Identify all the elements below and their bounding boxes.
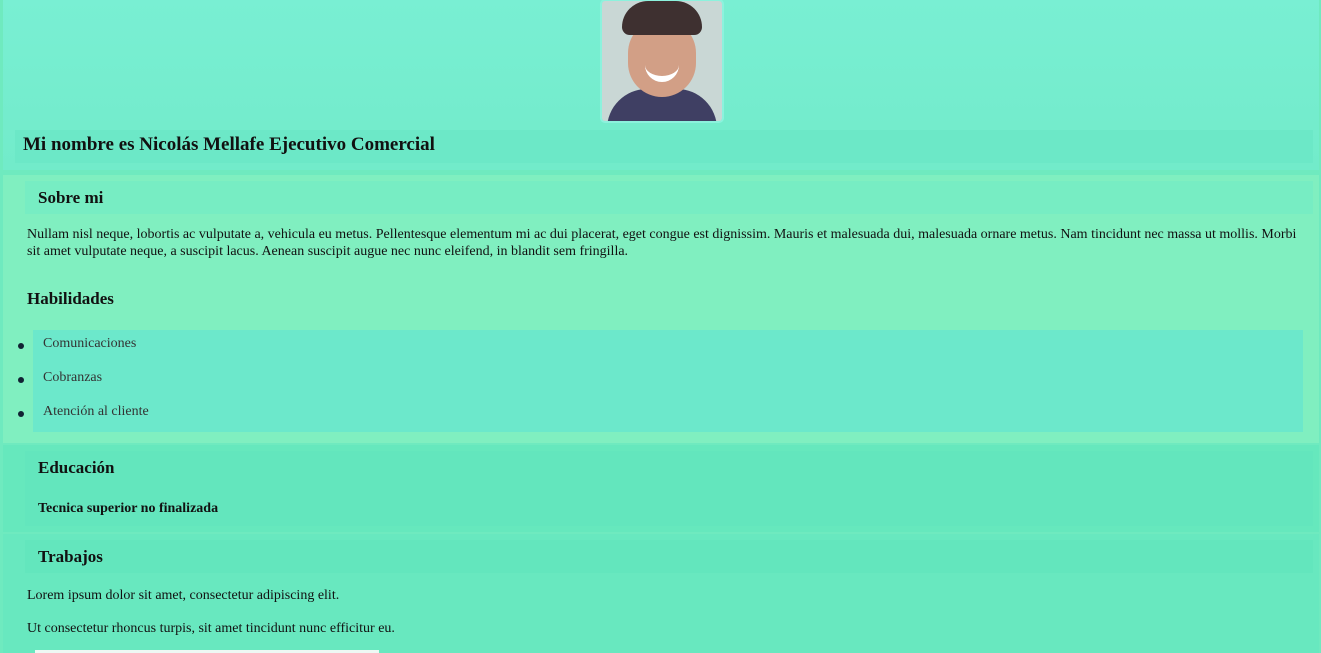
about-heading-panel: Sobre mi [25, 181, 1313, 214]
skills-list: Comunicaciones Cobranzas Atención al cli… [18, 330, 1303, 432]
profile-avatar [602, 1, 722, 121]
education-panel: Educación Tecnica superior no finalizada [25, 451, 1313, 526]
bullet-icon [18, 411, 24, 417]
bullet-icon [18, 377, 24, 383]
about-text: Nullam nisl neque, lobortis ac vulputate… [27, 227, 1297, 259]
skills-heading: Habilidades [27, 289, 114, 308]
jobs-heading: Trabajos [38, 547, 103, 566]
jobs-line-2: Ut consectetur rhoncus turpis, sit amet … [27, 621, 395, 636]
education-detail: Tecnica superior no finalizada [38, 501, 219, 516]
page-title: Mi nombre es Nicolás Mellafe Ejecutivo C… [23, 134, 435, 155]
education-heading: Educación [38, 458, 115, 477]
skill-item-atencion-al-cliente: Atención al cliente [18, 398, 1303, 432]
skill-label: Atención al cliente [43, 404, 149, 419]
name-bar: Mi nombre es Nicolás Mellafe Ejecutivo C… [15, 130, 1313, 163]
about-heading: Sobre mi [38, 188, 104, 207]
skill-label: Cobranzas [43, 370, 103, 385]
skill-item-comunicaciones: Comunicaciones [18, 330, 1303, 364]
jobs-heading-panel: Trabajos [25, 540, 1313, 573]
bullet-icon [18, 343, 24, 349]
skill-label: Comunicaciones [43, 336, 137, 351]
page: Mi nombre es Nicolás Mellafe Ejecutivo C… [3, 0, 1319, 653]
skill-item-cobranzas: Cobranzas [18, 364, 1303, 398]
jobs-line-1: Lorem ipsum dolor sit amet, consectetur … [27, 588, 340, 603]
